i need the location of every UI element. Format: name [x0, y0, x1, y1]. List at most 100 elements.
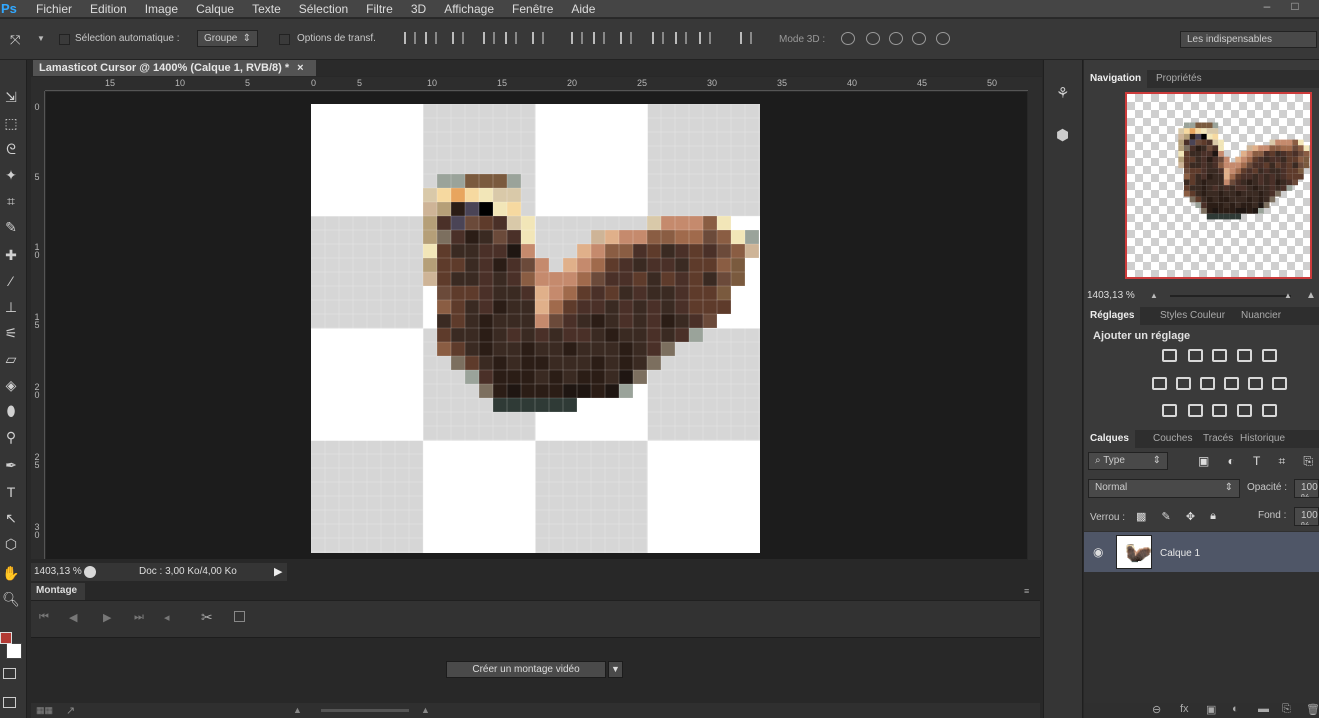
adjustment-icon[interactable] [1212, 349, 1227, 362]
3d-tool-icon[interactable] [889, 32, 903, 45]
magic-wand-icon[interactable]: ✦ [0, 164, 22, 186]
eye-visibility-icon[interactable]: ◉ [1093, 545, 1103, 559]
paint-bucket-icon[interactable]: ◈ [0, 374, 22, 396]
blend-mode-dropdown[interactable]: Normal ⇕ [1088, 479, 1240, 498]
play-status-icon[interactable]: ▶ [274, 565, 282, 578]
new-adjustment-icon[interactable]: ◐ [1232, 703, 1239, 715]
path-select-icon[interactable]: ↖ [0, 507, 22, 529]
menu-item[interactable]: Aide [571, 2, 595, 16]
tab-history[interactable]: Historique [1234, 430, 1291, 448]
smart-filter-icon[interactable]: ⎘ [1303, 454, 1313, 468]
move-tool-icon[interactable]: ⇲ [0, 86, 22, 108]
align-icon[interactable] [452, 32, 464, 44]
eraser-tool-icon[interactable]: ▱ [0, 348, 22, 370]
3d-tool-icon[interactable] [912, 32, 926, 45]
chevron-down-icon[interactable]: ▼ [37, 34, 45, 43]
scissors-icon[interactable]: ✂ [201, 609, 213, 626]
auto-select-dropdown[interactable]: Groupe ⇕ [197, 30, 258, 47]
zoom-slider-handle[interactable]: ▲ [1284, 291, 1292, 300]
tab-swatches[interactable]: Nuancier [1235, 307, 1287, 325]
align-icon[interactable] [675, 32, 687, 44]
lock-transparency-icon[interactable]: ▩ [1136, 510, 1146, 523]
adjustment-icon[interactable] [1272, 377, 1287, 390]
new-group-icon[interactable]: ▬ [1258, 703, 1269, 715]
add-mask-icon[interactable]: ▣ [1206, 703, 1216, 716]
tab-properties[interactable]: Propriétés [1150, 70, 1208, 88]
first-frame-icon[interactable]: ⏮ [39, 611, 49, 624]
menu-item[interactable]: Fichier [36, 2, 72, 16]
zoom-in-mountain-icon[interactable]: ▲ [1306, 290, 1316, 301]
align-icon[interactable] [652, 32, 664, 44]
screen-mode-icon[interactable] [3, 697, 16, 708]
grid-icon[interactable]: ▦▦ [36, 705, 53, 716]
adjustment-icon[interactable] [1237, 349, 1252, 362]
lasso-tool-icon[interactable]: ᘓ [0, 138, 22, 160]
adjustment-icon[interactable] [1262, 349, 1277, 362]
align-icon[interactable] [593, 32, 605, 44]
opacity-input[interactable]: 100 % [1294, 479, 1319, 498]
close-icon[interactable]: × [297, 62, 303, 74]
lock-pixels-icon[interactable]: ✎ [1162, 510, 1171, 523]
pen-tool-icon[interactable]: ✒ [0, 454, 22, 476]
dodge-tool-icon[interactable]: ⚲ [0, 426, 22, 448]
shape-tool-icon[interactable]: ⬡ [0, 533, 22, 555]
move-tool-icon[interactable]: ⤧ [10, 32, 20, 48]
document-tab[interactable]: Lamasticot Cursor @ 1400% (Calque 1, RVB… [33, 60, 316, 76]
fx-icon[interactable]: fx [1180, 703, 1189, 715]
tool-preset-icon[interactable]: ⚘ [1056, 84, 1069, 102]
share-icon[interactable] [84, 566, 96, 578]
menu-item[interactable]: Calque [196, 2, 234, 16]
layer-filter-dropdown[interactable]: ⌕ Type ⇕ [1088, 452, 1168, 470]
3d-tool-icon[interactable] [841, 32, 855, 45]
align-icon[interactable] [532, 32, 544, 44]
zoom-out-icon[interactable]: ▲ [293, 705, 302, 715]
zoom-level[interactable]: 1403,13 % [34, 566, 82, 577]
background-color-swatch[interactable] [6, 643, 22, 659]
align-icon[interactable] [483, 32, 495, 44]
navigator-thumbnail[interactable] [1125, 92, 1312, 279]
eyedropper-icon[interactable]: ✎ [0, 216, 22, 238]
menu-item[interactable]: Fenêtre [512, 2, 553, 16]
panel-menu-icon[interactable]: ≡ [1024, 586, 1029, 596]
layer-name[interactable]: Calque 1 [1160, 548, 1200, 559]
align-icon[interactable] [571, 32, 583, 44]
adjustment-icon[interactable] [1162, 404, 1177, 417]
prev-frame-icon[interactable]: ◀︎ [69, 611, 77, 624]
menu-item[interactable]: Texte [252, 2, 281, 16]
lock-all-icon[interactable]: 🔒︎ [1210, 510, 1216, 523]
shape-filter-icon[interactable]: ⌗ [1278, 454, 1285, 468]
chevron-down-icon[interactable]: ▼ [608, 661, 623, 678]
adjustment-icon[interactable] [1200, 377, 1215, 390]
tab-layers[interactable]: Calques [1084, 430, 1135, 448]
adjustment-icon[interactable] [1152, 377, 1167, 390]
new-layer-icon[interactable]: ⎘ [1282, 703, 1291, 716]
quick-mask-icon[interactable] [3, 668, 16, 679]
text-tool-icon[interactable]: T [0, 481, 22, 503]
image-filter-icon[interactable]: ▣ [1198, 454, 1209, 468]
transform-checkbox[interactable] [279, 34, 290, 45]
audio-icon[interactable]: ◂ [164, 611, 170, 624]
next-frame-icon[interactable]: ⏭ [134, 611, 144, 624]
adjustment-icon[interactable] [1212, 404, 1227, 417]
ruler-left[interactable]: 0 5 10 15 20 25 30 [31, 91, 45, 559]
menu-item[interactable]: Affichage [444, 2, 494, 16]
3d-tool-icon[interactable] [866, 32, 880, 45]
minimize-button[interactable]: – [1256, 0, 1278, 14]
menu-item[interactable]: Edition [90, 2, 127, 16]
link-layers-icon[interactable]: ⊖ [1152, 703, 1161, 716]
tab-paths[interactable]: Tracés [1197, 430, 1239, 448]
align-icon[interactable] [740, 32, 752, 44]
adjustment-icon[interactable] [1162, 349, 1177, 362]
lock-position-icon[interactable]: ✥ [1186, 510, 1195, 523]
brush-tool-icon[interactable]: ⁄ [0, 270, 22, 292]
vertical-scrollbar[interactable] [1028, 77, 1042, 560]
text-filter-icon[interactable]: T [1253, 454, 1260, 468]
marquee-tool-icon[interactable]: ⬚ [0, 112, 22, 134]
fill-input[interactable]: 100 % [1294, 507, 1319, 526]
menu-item[interactable]: 3D [411, 2, 426, 16]
document-canvas[interactable] [311, 104, 760, 553]
tab-channels[interactable]: Couches [1147, 430, 1198, 448]
tab-navigation[interactable]: Navigation [1084, 70, 1148, 88]
adjustment-icon[interactable] [1262, 404, 1277, 417]
workspace-dropdown[interactable]: Les indispensables [1180, 31, 1317, 48]
